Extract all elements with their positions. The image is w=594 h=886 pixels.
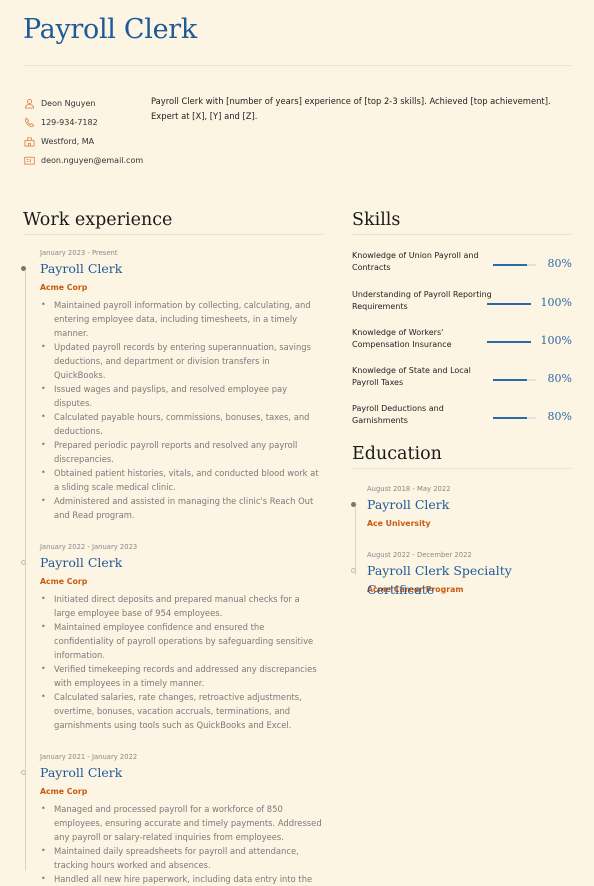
skill-item: Knowledge of State and Local Payroll Tax… bbox=[352, 365, 572, 395]
skills-divider bbox=[352, 234, 571, 235]
job-title: Payroll Clerk bbox=[40, 765, 123, 780]
skill-item: Knowledge of Union Payroll and Contracts… bbox=[352, 250, 572, 280]
skill-bar-fill bbox=[493, 379, 528, 381]
location-icon bbox=[24, 136, 35, 147]
education-entry: August 2022 - December 2022 Payroll Cler… bbox=[351, 549, 572, 600]
job-entry: January 2022 - January 2023 Payroll Cler… bbox=[21, 541, 323, 732]
phone-icon bbox=[24, 117, 35, 128]
job-bullet: Administered and assisted in managing th… bbox=[41, 494, 323, 522]
education-divider bbox=[352, 468, 571, 469]
work-divider bbox=[23, 234, 323, 235]
timeline-dot-current bbox=[21, 266, 26, 271]
education-list: August 2018 - May 2022 Payroll Clerk Ace… bbox=[351, 483, 572, 600]
job-bullet: Verified timekeeping records and address… bbox=[41, 662, 323, 690]
skill-bar-fill bbox=[493, 264, 528, 266]
job-title: Payroll Clerk bbox=[40, 261, 123, 276]
skill-bar bbox=[493, 417, 536, 419]
work-experience-list: January 2023 - Present Payroll Clerk Acm… bbox=[21, 247, 323, 886]
education-heading: Education bbox=[352, 444, 442, 464]
timeline-dot bbox=[351, 568, 356, 573]
contact-location: Westford, MA bbox=[24, 132, 143, 151]
skill-item: Payroll Deductions and Garnishments 80% bbox=[352, 403, 572, 433]
skill-name: Knowledge of Union Payroll and Contracts bbox=[352, 251, 479, 272]
timeline-dot-current bbox=[351, 502, 356, 507]
timeline-dot bbox=[21, 770, 26, 775]
skill-percent: 80% bbox=[547, 410, 572, 423]
skill-bar-fill bbox=[487, 341, 531, 343]
skill-bar bbox=[487, 303, 531, 305]
job-bullet: Prepared periodic payroll reports and re… bbox=[41, 438, 323, 466]
job-bullet: Updated payroll records by entering supe… bbox=[41, 340, 323, 382]
education-title: Payroll Clerk Specialty Certificate bbox=[367, 563, 512, 597]
education-date: August 2022 - December 2022 bbox=[367, 551, 472, 559]
contact-phone: 129-934-7182 bbox=[24, 113, 143, 132]
skill-item: Knowledge of Workers' Compensation Insur… bbox=[352, 327, 572, 357]
job-bullet: Obtained patient histories, vitals, and … bbox=[41, 466, 323, 494]
education-title: Payroll Clerk bbox=[367, 497, 450, 512]
summary-text: Payroll Clerk with [number of years] exp… bbox=[151, 96, 551, 121]
job-date: January 2023 - Present bbox=[40, 249, 118, 257]
skill-percent: 80% bbox=[547, 372, 572, 385]
job-bullet: Calculated payable hours, commissions, b… bbox=[41, 410, 323, 438]
job-entry: January 2023 - Present Payroll Clerk Acm… bbox=[21, 247, 323, 522]
contact-info: Deon Nguyen 129-934-7182 Westford, MA de… bbox=[24, 94, 143, 170]
job-company: Acme Corp bbox=[40, 577, 88, 586]
skill-item: Understanding of Payroll Reporting Requi… bbox=[352, 289, 572, 319]
skill-bar-fill bbox=[493, 417, 528, 419]
job-bullets: Maintained payroll information by collec… bbox=[40, 298, 323, 522]
job-entry: January 2021 - January 2022 Payroll Cler… bbox=[21, 751, 323, 886]
skill-bar bbox=[493, 379, 536, 381]
skill-bar-fill bbox=[487, 303, 531, 305]
job-bullets: Managed and processed payroll for a work… bbox=[40, 802, 323, 886]
job-date: January 2021 - January 2022 bbox=[40, 753, 138, 761]
skill-bar bbox=[487, 341, 531, 343]
skill-name: Understanding of Payroll Reporting Requi… bbox=[352, 290, 492, 311]
skill-percent: 100% bbox=[540, 296, 572, 309]
job-bullet: Maintained daily spreadsheets for payrol… bbox=[41, 844, 323, 872]
contact-name: Deon Nguyen bbox=[24, 94, 143, 113]
job-bullet: Maintained payroll information by collec… bbox=[41, 298, 323, 340]
job-bullet: Maintained employee confidence and ensur… bbox=[41, 620, 323, 662]
job-company: Acme Corp bbox=[40, 787, 88, 796]
page-title: Payroll Clerk bbox=[23, 14, 197, 45]
job-company: Acme Corp bbox=[40, 283, 88, 292]
job-bullet: Initiated direct deposits and prepared m… bbox=[41, 592, 323, 620]
education-date: August 2018 - May 2022 bbox=[367, 485, 451, 493]
skill-percent: 100% bbox=[540, 334, 572, 347]
job-bullets: Initiated direct deposits and prepared m… bbox=[40, 592, 323, 732]
skill-percent: 80% bbox=[547, 257, 572, 270]
contact-email[interactable]: deon.nguyen@email.com bbox=[24, 151, 143, 170]
education-school: Ace University bbox=[367, 519, 431, 528]
education-entry: August 2018 - May 2022 Payroll Clerk Ace… bbox=[351, 483, 572, 534]
job-bullet: Issued wages and payslips, and resolved … bbox=[41, 382, 323, 410]
job-bullet: Calculated salaries, rate changes, retro… bbox=[41, 690, 323, 732]
skill-bar bbox=[493, 264, 536, 266]
work-experience-heading: Work experience bbox=[23, 210, 173, 230]
skill-name: Payroll Deductions and Garnishments bbox=[352, 404, 444, 425]
job-title: Payroll Clerk bbox=[40, 555, 123, 570]
skill-name: Knowledge of State and Local Payroll Tax… bbox=[352, 366, 471, 387]
skills-heading: Skills bbox=[352, 210, 401, 230]
job-bullet: Handled all new hire paperwork, includin… bbox=[41, 872, 323, 886]
email-icon bbox=[24, 155, 35, 166]
timeline-dot bbox=[21, 560, 26, 565]
header-divider bbox=[23, 65, 572, 66]
skill-name: Knowledge of Workers' Compensation Insur… bbox=[352, 328, 452, 349]
person-icon bbox=[24, 98, 35, 109]
job-date: January 2022 - January 2023 bbox=[40, 543, 138, 551]
